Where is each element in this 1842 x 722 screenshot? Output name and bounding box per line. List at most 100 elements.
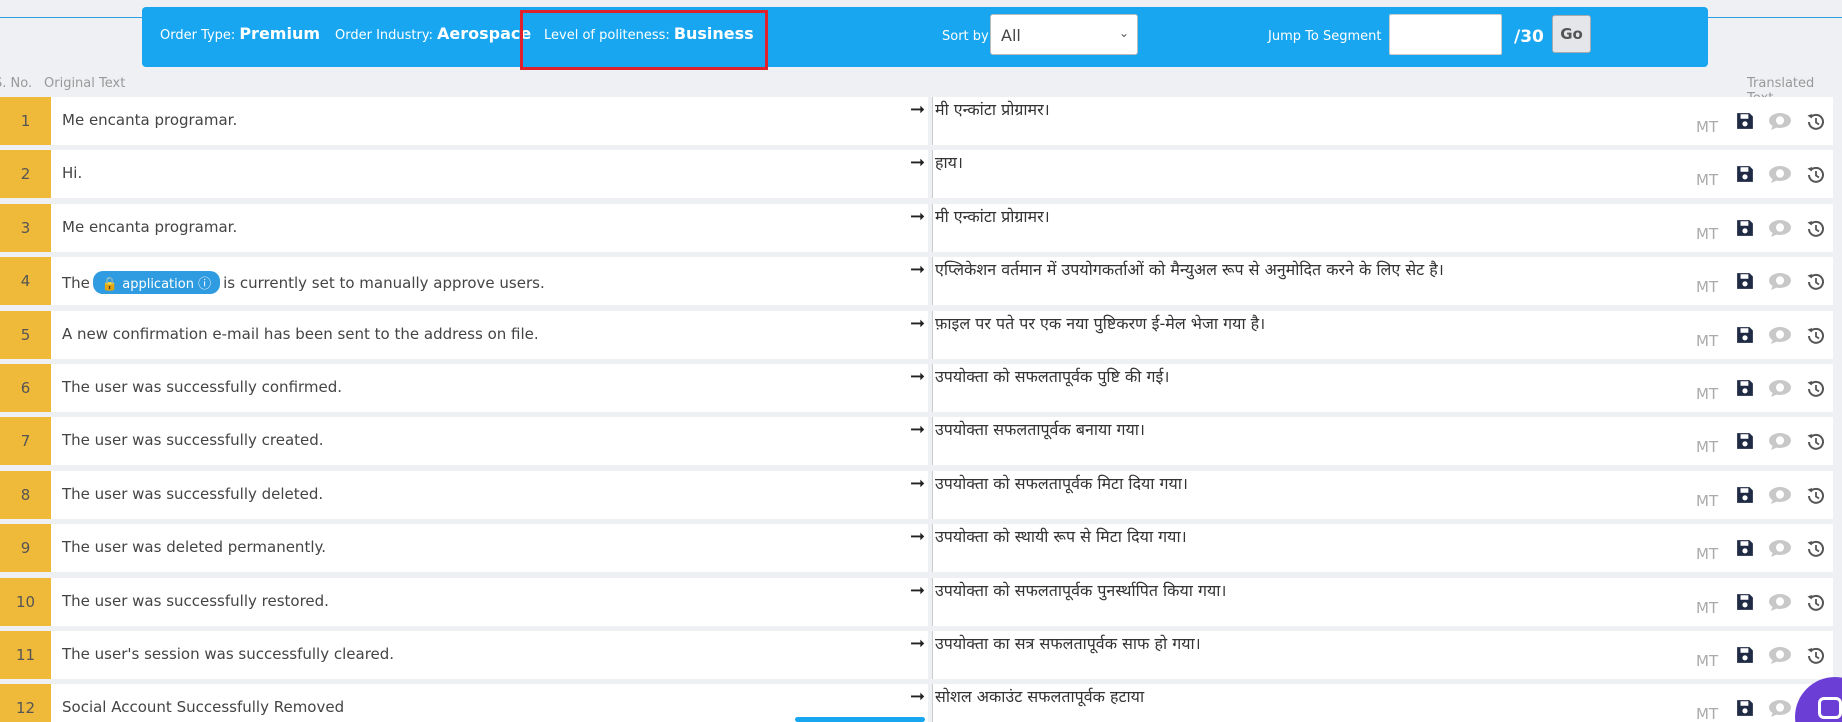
placeholder-tag[interactable]: 🔒 application ⓘ (92, 271, 221, 295)
sort-select-value: All (1001, 26, 1021, 45)
original-text-value: The user's session was successfully clea… (62, 645, 395, 663)
segment-number: 2 (0, 150, 51, 199)
save-icon[interactable] (1736, 486, 1754, 508)
segment-number: 3 (0, 203, 51, 252)
mt-button[interactable]: MT (1696, 545, 1718, 563)
arrow-right-icon: ➞ (910, 686, 926, 708)
order-industry-value: Aerospace (436, 24, 532, 43)
mt-button[interactable]: MT (1696, 278, 1718, 296)
sort-label: Sort by (942, 29, 989, 44)
save-icon[interactable] (1736, 646, 1754, 668)
comment-icon[interactable] (1768, 539, 1792, 561)
segment-number: 6 (0, 364, 51, 412)
chevron-down-icon: ⌄ (1118, 26, 1129, 40)
mt-button[interactable]: MT (1696, 332, 1718, 350)
jump-to-segment-input[interactable] (1389, 14, 1502, 55)
original-text-before: The (62, 274, 90, 293)
segment-row: 5 A new confirmation e-mail has been sent… (0, 310, 1842, 359)
save-icon[interactable] (1736, 165, 1754, 187)
save-icon[interactable] (1736, 432, 1754, 454)
arrow-right-icon: ➞ (910, 579, 926, 601)
mt-button[interactable]: MT (1696, 118, 1718, 136)
comment-icon[interactable] (1768, 326, 1792, 348)
save-icon[interactable] (1736, 593, 1754, 615)
order-type: Order Type: Premium (160, 24, 320, 43)
history-icon[interactable] (1806, 112, 1826, 136)
segment-row: 1 Me encanta programar. ➞ मी एन्कांटा प्रोग… (0, 97, 1842, 145)
original-text-value: The user was successfully deleted. (62, 484, 324, 503)
segment-number: 9 (0, 524, 51, 573)
save-icon[interactable] (1736, 219, 1754, 241)
history-icon[interactable] (1806, 646, 1826, 670)
save-icon[interactable] (1736, 539, 1754, 561)
segment-number: 12 (0, 684, 51, 722)
original-text-value: The user was successfully confirmed. (62, 378, 343, 396)
original-text: The user's session was successfully clea… (51, 631, 928, 679)
save-icon[interactable] (1736, 272, 1754, 294)
mt-button[interactable]: MT (1696, 652, 1718, 670)
history-icon[interactable] (1806, 593, 1826, 617)
original-text: Me encanta programar. (51, 97, 928, 145)
lock-icon: 🔒 (101, 277, 119, 293)
comment-icon[interactable] (1768, 219, 1792, 241)
column-header-sno: S. No. (0, 76, 33, 91)
original-text: The user was deleted permanently. (51, 524, 928, 573)
history-icon[interactable] (1806, 379, 1826, 403)
segment-row: 7 The user was successfully created. ➞ उपयो… (0, 417, 1842, 466)
segment-number: 11 (0, 631, 51, 679)
history-icon[interactable] (1806, 165, 1826, 189)
original-text-value: Me encanta programar. (62, 111, 238, 129)
history-icon[interactable] (1806, 219, 1826, 243)
history-icon[interactable] (1806, 486, 1826, 510)
original-text-value: A new confirmation e-mail has been sent … (62, 324, 539, 343)
go-button[interactable]: Go (1552, 15, 1591, 53)
comment-icon[interactable] (1768, 165, 1792, 187)
save-icon[interactable] (1736, 379, 1754, 401)
comment-icon[interactable] (1768, 379, 1792, 401)
original-text-value: The user was successfully restored. (62, 591, 329, 610)
save-icon[interactable] (1736, 699, 1754, 721)
arrow-right-icon: ➞ (910, 366, 926, 387)
segment-row: 4 The 🔒 application ⓘ is currently set to m… (0, 257, 1842, 306)
history-icon[interactable] (1806, 432, 1826, 456)
history-icon[interactable] (1806, 326, 1826, 350)
mt-button[interactable]: MT (1696, 171, 1718, 189)
mt-button[interactable]: MT (1696, 385, 1718, 403)
mt-button[interactable]: MT (1696, 225, 1718, 243)
segment-row: 10 The user was successfully restored. ➞ उप… (0, 577, 1842, 626)
column-header-original: Original Text (44, 76, 126, 91)
mt-button[interactable]: MT (1696, 599, 1718, 617)
comment-icon[interactable] (1768, 486, 1792, 508)
original-text: The 🔒 application ⓘ is currently set to ma… (51, 257, 928, 306)
arrow-right-icon: ➞ (910, 312, 926, 334)
original-text-value: Me encanta programar. (62, 217, 238, 236)
history-icon[interactable] (1806, 539, 1826, 563)
mt-button[interactable]: MT (1696, 705, 1718, 722)
original-text-value: The user was successfully created. (62, 431, 324, 450)
chat-icon (1818, 697, 1842, 719)
original-text: Hi. (51, 150, 928, 199)
save-icon[interactable] (1736, 326, 1754, 348)
segment-number: 7 (0, 417, 51, 466)
mt-button[interactable]: MT (1696, 492, 1718, 510)
comment-icon[interactable] (1768, 272, 1792, 294)
history-icon[interactable] (1806, 272, 1826, 296)
arrow-right-icon: ➞ (910, 259, 926, 281)
original-text: The user was successfully restored. (51, 577, 928, 626)
segment-row: 3 Me encanta programar. ➞ मी एन्कांटा प्रोग… (0, 203, 1842, 252)
info-icon: ⓘ (198, 277, 212, 293)
order-industry: Order Industry: Aerospace (335, 24, 531, 43)
original-text: The user was successfully confirmed. (51, 364, 928, 412)
comment-icon[interactable] (1768, 699, 1792, 721)
comment-icon[interactable] (1768, 593, 1792, 615)
sort-select[interactable]: All ⌄ (990, 14, 1138, 55)
segment-row: 11 The user's session was successfully cl… (0, 631, 1842, 679)
order-industry-label: Order Industry: (335, 28, 433, 43)
mt-button[interactable]: MT (1696, 438, 1718, 456)
original-text: Me encanta programar. (51, 203, 928, 252)
original-text-value: Social Account Successfully Removed (62, 698, 345, 717)
comment-icon[interactable] (1768, 646, 1792, 668)
comment-icon[interactable] (1768, 112, 1792, 134)
comment-icon[interactable] (1768, 432, 1792, 454)
save-icon[interactable] (1736, 112, 1754, 134)
